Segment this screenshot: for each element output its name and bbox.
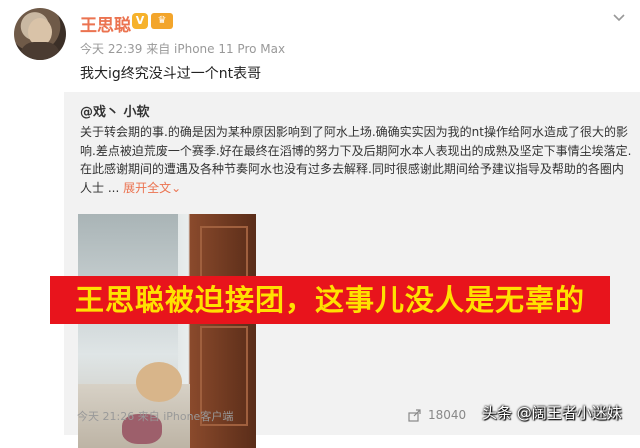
original-post-text: 关于转会期的事.的确是因为某种原因影响到了阿水上场.确确实实因为我的nt操作给阿…: [80, 123, 632, 197]
expand-chevron-icon[interactable]: ⌄: [171, 181, 181, 195]
avatar-body: [20, 42, 60, 60]
image-object-light: [136, 362, 182, 402]
post-text: 我大ig终究没斗过一个nt表哥: [80, 66, 262, 82]
expand-full-text-link[interactable]: 展开全文⌄: [123, 181, 181, 195]
verified-badge: V: [132, 13, 148, 29]
repost-meta: 今天 21:26 来自 iPhone客户端: [77, 410, 234, 423]
chevron-down-icon[interactable]: [612, 10, 626, 24]
username-link[interactable]: 王思聪: [80, 11, 131, 36]
expand-label[interactable]: 展开全文: [123, 181, 171, 195]
member-crown-badge: ♛: [151, 13, 173, 29]
original-author-link[interactable]: @戏丶 小软: [80, 101, 150, 120]
share-icon[interactable]: [408, 408, 422, 422]
share-count[interactable]: 18040: [428, 408, 466, 422]
headline-banner: 王思聪被迫接团，这事儿没人是无辜的: [50, 276, 610, 324]
post-meta: 今天 22:39 来自 iPhone 11 Pro Max: [80, 42, 286, 56]
avatar[interactable]: [14, 8, 66, 60]
repost-card[interactable]: @戏丶 小软 关于转会期的事.的确是因为某种原因影响到了阿水上场.确确实实因为我…: [64, 92, 640, 448]
watermark: 头条 @阔王者小迷妹: [482, 404, 622, 422]
